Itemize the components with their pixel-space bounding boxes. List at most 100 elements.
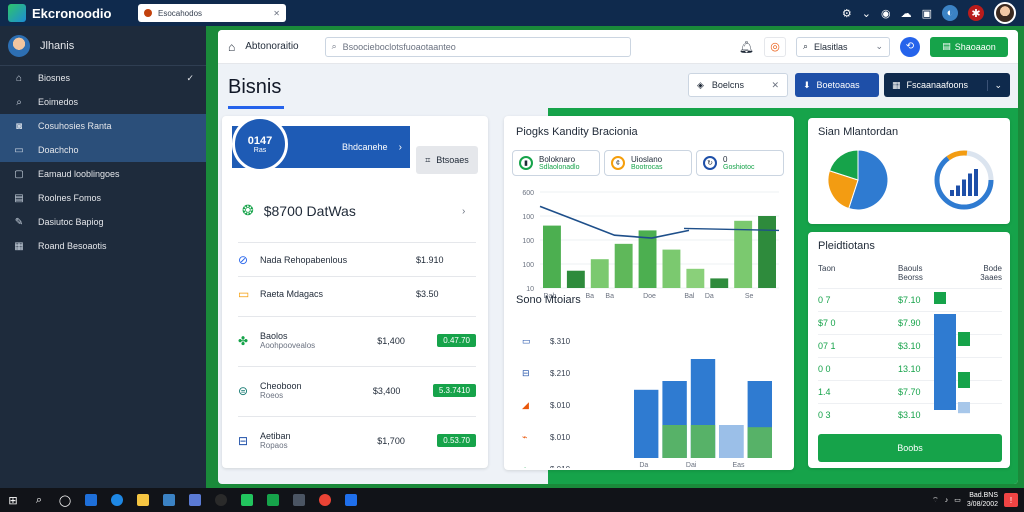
positions-col-1-label: Taon [818, 264, 836, 273]
sync-button[interactable]: ⟲ [900, 36, 920, 57]
list-item[interactable]: ⊟ Aetiban Ropaos $1,700 0.53.70 [238, 416, 476, 464]
mail-icon[interactable] [286, 488, 312, 512]
close-icon[interactable]: ✕ [771, 80, 779, 91]
positions-col-2-label: Baouls [898, 264, 923, 273]
bell-icon[interactable]: 🔔︎ [739, 40, 754, 54]
account-card: Bhdcanehe › 0147 Ras ⌗ Btsoaes ❂ $8700 D… [222, 116, 488, 468]
primary-action-button[interactable]: ▤ Shaoaaon [930, 36, 1008, 57]
theme-icon[interactable]: ◐ [942, 5, 958, 21]
spreadsheet-icon[interactable] [234, 488, 260, 512]
sidebar-item[interactable]: ▢ Eamaud looblingoes [0, 162, 206, 186]
camera-icon[interactable] [208, 488, 234, 512]
clock-date: 3/08/2002 [966, 501, 998, 508]
page-title: Bisnis [228, 76, 282, 98]
battery-icon[interactable]: ▭ [954, 496, 961, 504]
sidebar-item[interactable]: ▤ Roolnes Fomos [0, 186, 206, 210]
calendar-icon: ▦ [892, 79, 901, 90]
sidebar-item[interactable]: ⌂ Biosnes ✓ [0, 66, 206, 90]
sidebar-item[interactable]: ◙ Cosuhosies Ranta [0, 114, 206, 138]
store-icon[interactable] [78, 488, 104, 512]
notification-icon[interactable]: ! [1004, 493, 1018, 507]
tag-icon: ⌗ [425, 154, 431, 165]
list-item[interactable]: ✤ Baolos Aoohpoovealos $1,400 0.47.70 [238, 316, 476, 364]
user-avatar[interactable] [994, 2, 1016, 24]
notes-icon[interactable] [182, 488, 208, 512]
chat-icon[interactable]: ◯ [52, 488, 78, 512]
address-tab[interactable]: Esocahodos ✕ [138, 4, 286, 22]
volume-icon[interactable]: ♪ [945, 497, 949, 504]
breadcrumb[interactable]: Abtonoraitio [245, 41, 298, 52]
positions-col-2-sub: Beorss [898, 273, 923, 282]
x-tick-label: Ba [586, 293, 595, 300]
search-icon[interactable]: ⌕ [26, 488, 52, 512]
clock[interactable]: Bad.BNS 3/08/2002 [967, 491, 998, 509]
performance-bar-chart: 60010010010010Dab Ba Ba Doe Bal Da Se [522, 190, 780, 300]
chart-bar [590, 259, 609, 288]
chart-bar [566, 270, 585, 288]
search-placeholder: Bsoocieboclotsfuoaotaanteo [342, 41, 456, 52]
chart-bar [958, 402, 970, 414]
sidebar-user[interactable]: Jlhanis [0, 26, 206, 66]
chart-bar [710, 278, 729, 288]
account-side-button[interactable]: ⌗ Btsoaes [416, 146, 478, 174]
pin-icon: ◈ [697, 79, 704, 90]
grid-icon[interactable]: ✱ [968, 5, 984, 21]
sidebar-item[interactable]: ⌕ Eoimedos [0, 90, 206, 114]
chevron-right-icon: › [398, 141, 402, 153]
refresh-button[interactable]: ◎ [764, 36, 786, 57]
list-item-value: $3,400 [372, 385, 401, 396]
app-logo[interactable]: Ekcronoodio [0, 4, 132, 22]
search-icon: ⌕ [16, 96, 22, 108]
home-icon[interactable]: ⌂ [228, 40, 235, 54]
header-button-secondary[interactable]: ▦ Fscaanaafoons ⌄ [884, 73, 1010, 97]
kpi-chip[interactable]: ¢ Uioslano Bootrocas [604, 150, 692, 176]
help-icon[interactable]: ◉ [881, 7, 891, 20]
chart-bar-stack [747, 427, 772, 458]
positions-title: Pleidtiotans [818, 240, 875, 252]
list-item[interactable]: ▭ Raeta Mdagacs $3.50 [238, 276, 476, 310]
start-icon[interactable]: ⊞ [0, 488, 26, 512]
chart-bar [638, 230, 657, 288]
close-tab-icon[interactable]: ✕ [273, 9, 280, 18]
app-icon[interactable] [338, 488, 364, 512]
account-banner-label: Bhdcanehe [342, 142, 388, 152]
clock-time: Bad.BNS [969, 492, 998, 499]
list-item[interactable]: ⊜ Cheoboon Roeos $3,400 5.3.7410 [238, 366, 476, 414]
finance-icon[interactable] [260, 488, 286, 512]
edge-icon[interactable] [104, 488, 130, 512]
sidebar-item[interactable]: ▭ Doachcho [0, 138, 206, 162]
account-select[interactable]: ⌕ Elasitlas ⌄ [796, 36, 890, 57]
account-side-button-label: Btsoaes [436, 155, 469, 165]
chart-bar [934, 292, 946, 304]
folder-icon[interactable] [130, 488, 156, 512]
search-input[interactable]: ⌕ Bsoocieboclotsfuoaotaanteo [324, 36, 631, 57]
wifi-icon[interactable]: ⌔ [932, 496, 939, 505]
chrome-icon[interactable] [312, 488, 338, 512]
positions-button[interactable]: Boobs [818, 434, 1002, 462]
chevron-down-icon[interactable]: ⌄ [987, 79, 1002, 91]
kpi-chip[interactable]: ▮ Boloknaro Sdlaolonadlo [512, 150, 600, 176]
main-panel: ⌂ Abtonoraitio ⌕ Bsoocieboclotsfuoaotaan… [218, 30, 1018, 484]
positions-col-3-label: Bode [983, 264, 1002, 273]
account-total-label: $8700 DatWas [263, 202, 356, 219]
sidebar-item[interactable]: ▦ Roand Besoaotis [0, 234, 206, 258]
header-button-primary[interactable]: ⬇ Boetoaoas [795, 73, 879, 97]
performance-subtitle: Sono Mtoiars [516, 294, 581, 306]
list-item[interactable]: ⊘ Nada Rehopabenlous $1.910 [238, 242, 476, 276]
chart-bar [614, 243, 633, 288]
gear-icon[interactable]: ⚙ [842, 7, 852, 20]
positions-col-2: Baouls Beorss [898, 264, 962, 282]
list-item-name: Aetiban [260, 431, 291, 441]
chart-bar [758, 216, 776, 288]
kpi-chip[interactable]: ↻ 0 Goshiotoc [696, 150, 784, 176]
sidebar-item[interactable]: ✎ Dasiutoc Bapiog [0, 210, 206, 234]
photos-icon[interactable] [156, 488, 182, 512]
folder-icon[interactable]: ▣ [922, 7, 932, 20]
chevron-right-icon[interactable]: › [462, 206, 465, 217]
sidebar-item-label: Roand Besoaotis [38, 241, 107, 251]
chevron-down-icon[interactable]: ⌄ [862, 7, 871, 20]
filter-chip[interactable]: ◈ Boelcns ✕ [688, 73, 788, 97]
cloud-icon[interactable]: ☁ [901, 7, 912, 20]
table-cell: $7 0 [818, 318, 836, 328]
header-button-secondary-label: Fscaanaafoons [906, 80, 969, 90]
